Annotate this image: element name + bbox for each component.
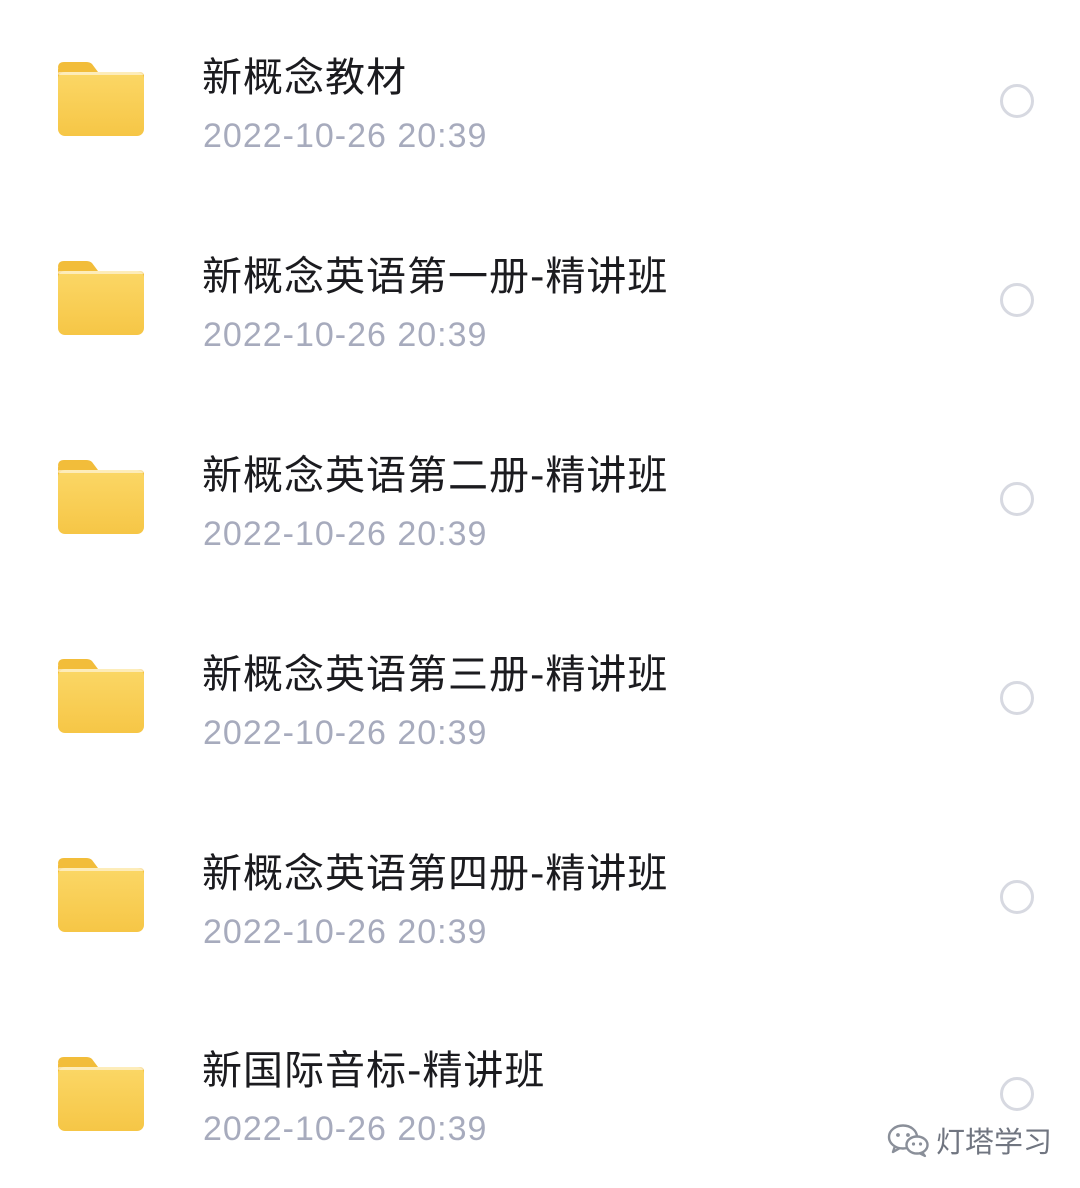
file-name: 新概念教材 (202, 55, 407, 101)
folder-icon (56, 1055, 146, 1133)
file-row-0[interactable]: 新概念教材 2022-10-26 20:39 (0, 0, 1080, 190)
file-date: 2022-10-26 20:39 (203, 714, 488, 752)
file-date: 2022-10-26 20:39 (203, 1110, 488, 1148)
watermark: 灯塔学习 (886, 1122, 1052, 1162)
select-radio[interactable] (1000, 1077, 1034, 1111)
folder-icon (56, 856, 146, 934)
file-name: 新国际音标-精讲班 (202, 1048, 546, 1094)
file-row-3[interactable]: 新概念英语第三册-精讲班 2022-10-26 20:39 (0, 597, 1080, 787)
file-row-4[interactable]: 新概念英语第四册-精讲班 2022-10-26 20:39 (0, 796, 1080, 986)
file-date: 2022-10-26 20:39 (203, 117, 488, 155)
file-date: 2022-10-26 20:39 (203, 316, 488, 354)
file-name: 新概念英语第三册-精讲班 (202, 652, 669, 698)
select-radio[interactable] (1000, 283, 1034, 317)
watermark-text: 灯塔学习 (936, 1125, 1053, 1159)
select-radio[interactable] (1000, 84, 1034, 118)
select-radio[interactable] (1000, 482, 1034, 516)
folder-icon (56, 458, 146, 536)
wechat-icon (886, 1122, 930, 1162)
file-row-1[interactable]: 新概念英语第一册-精讲班 2022-10-26 20:39 (0, 199, 1080, 389)
folder-icon (56, 259, 146, 337)
folder-icon (56, 657, 146, 735)
folder-icon (56, 60, 146, 138)
file-date: 2022-10-26 20:39 (203, 515, 488, 553)
file-name: 新概念英语第一册-精讲班 (202, 254, 669, 300)
select-radio[interactable] (1000, 681, 1034, 715)
file-name: 新概念英语第四册-精讲班 (202, 851, 669, 897)
file-list: 新概念教材 2022-10-26 20:39 新概念英语第一册-精讲班 2022… (0, 0, 1080, 1188)
file-name: 新概念英语第二册-精讲班 (202, 453, 669, 499)
file-date: 2022-10-26 20:39 (203, 913, 488, 951)
select-radio[interactable] (1000, 880, 1034, 914)
file-row-2[interactable]: 新概念英语第二册-精讲班 2022-10-26 20:39 (0, 398, 1080, 588)
